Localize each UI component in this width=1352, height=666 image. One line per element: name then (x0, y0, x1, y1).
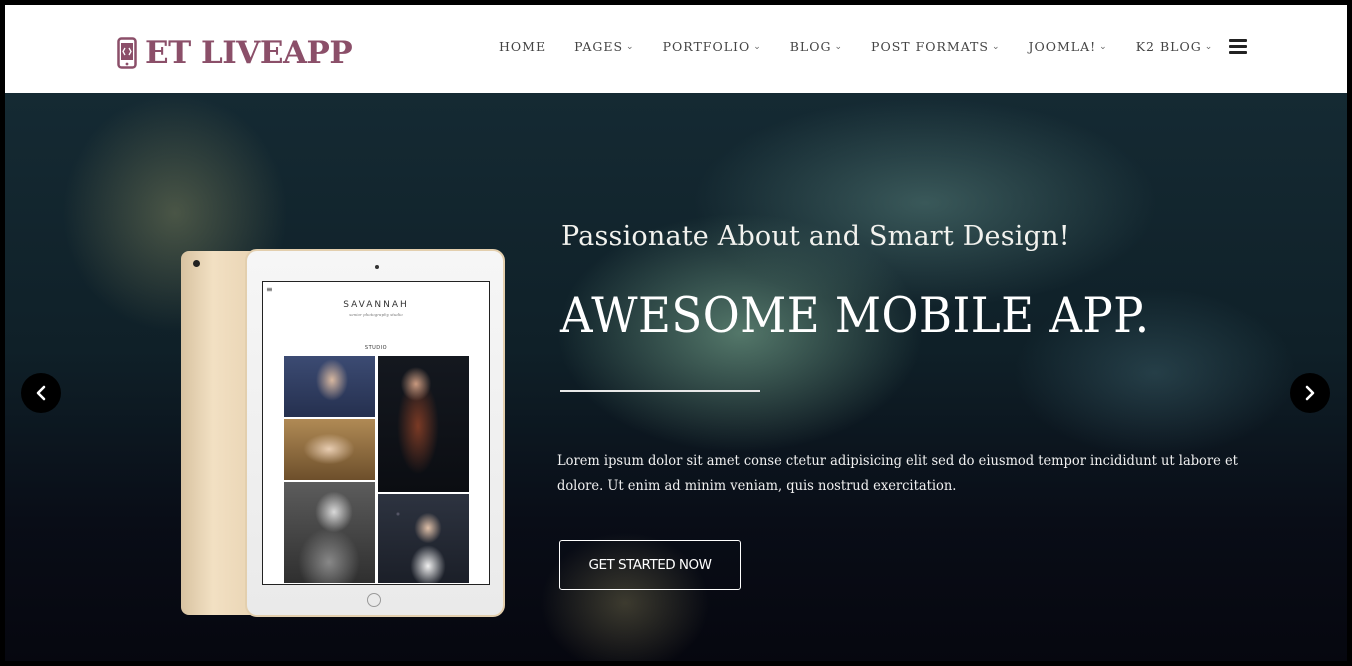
chevron-down-icon: ⌄ (834, 41, 844, 52)
mobile-code-icon (117, 37, 137, 69)
nav-item-label: BLOG (789, 39, 832, 54)
nav-item-joomla[interactable]: JOOMLA! ⌄ (1029, 39, 1108, 54)
hero-divider (560, 390, 760, 392)
screen-photo (284, 356, 375, 417)
screen-photo (378, 494, 469, 583)
nav-item-pages[interactable]: PAGES ⌄ (574, 39, 635, 54)
chevron-down-icon: ⌄ (753, 41, 762, 52)
nav-item-label: JOOMLA! (1028, 39, 1097, 54)
hero-slider: ≡ SAVANNAH senior photography studio STU… (5, 93, 1347, 661)
logo-text: ET LIVEAPP (145, 35, 353, 71)
nav-item-blog[interactable]: BLOG ⌄ (790, 39, 843, 54)
tablet-front-camera (375, 265, 379, 269)
screen-section-label: STUDIO (364, 345, 388, 351)
site-header: ET LIVEAPP HOME PAGES ⌄ PORTFOLIO ⌄ BLOG ⌄ … (5, 5, 1347, 93)
nav-item-home[interactable]: HOME (499, 39, 546, 54)
chevron-right-icon (1305, 385, 1315, 401)
logo[interactable]: ET LIVEAPP (117, 35, 353, 71)
get-started-button[interactable]: GET STARTED NOW (559, 540, 741, 590)
screen-title: SAVANNAH (343, 300, 409, 310)
nav-item-label: POST FORMATS (871, 39, 989, 54)
chevron-down-icon: ⌄ (991, 41, 1001, 52)
hero-description: Lorem ipsum dolor sit amet conse ctetur … (557, 453, 1238, 494)
main-nav: HOME PAGES ⌄ PORTFOLIO ⌄ BLOG ⌄ POST FORMAT… (499, 39, 1241, 54)
chevron-left-icon (36, 385, 46, 401)
screen-photo (284, 419, 375, 480)
nav-item-post-formats[interactable]: POST FORMATS ⌄ (871, 39, 1000, 54)
nav-item-label: PAGES (574, 39, 624, 54)
nav-item-portfolio[interactable]: PORTFOLIO ⌄ (663, 39, 762, 54)
screen-menu-icon: ≡ (266, 285, 273, 294)
page-frame: ET LIVEAPP HOME PAGES ⌄ PORTFOLIO ⌄ BLOG ⌄ … (0, 0, 1352, 666)
tablet-home-button (367, 593, 381, 607)
hero-tagline: Passionate About and Smart Design! (561, 221, 1070, 252)
nav-item-k2-blog[interactable]: K2 BLOG ⌄ (1136, 39, 1214, 54)
hero-headline: AWESOME MOBILE APP. (560, 287, 1150, 344)
slider-next-button[interactable] (1290, 373, 1330, 413)
tablet-screen: ≡ SAVANNAH senior photography studio STU… (262, 281, 490, 585)
screen-subtitle: senior photography studio (349, 312, 403, 317)
chevron-down-icon: ⌄ (1204, 41, 1214, 52)
tablet-device-image: ≡ SAVANNAH senior photography studio STU… (245, 249, 505, 617)
nav-item-label: K2 BLOG (1135, 39, 1202, 54)
nav-item-label: HOME (499, 39, 547, 54)
screen-photo (378, 356, 469, 492)
hamburger-menu-icon[interactable] (1229, 39, 1247, 54)
chevron-down-icon: ⌄ (1099, 41, 1108, 52)
screen-photo (284, 482, 375, 583)
chevron-down-icon: ⌄ (626, 41, 635, 52)
nav-item-label: PORTFOLIO (662, 39, 751, 54)
tablet-rear-camera (193, 260, 200, 267)
slider-prev-button[interactable] (21, 373, 61, 413)
